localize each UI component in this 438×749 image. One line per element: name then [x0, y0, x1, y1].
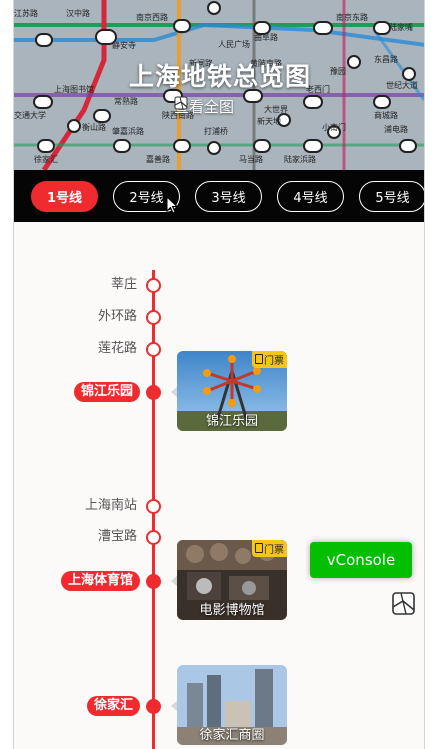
- station-name: 锦江乐园: [73, 382, 140, 402]
- map-label: 陆家浜路: [284, 154, 316, 164]
- station-name: 外环路: [97, 309, 137, 324]
- station-dot: [146, 499, 161, 514]
- vconsole-button[interactable]: vConsole: [310, 542, 412, 578]
- station-dot: [146, 278, 161, 293]
- mouse-pointer-icon: [166, 196, 178, 214]
- map-label: 南京东路: [336, 12, 368, 22]
- map-label: 打浦桥: [204, 126, 228, 136]
- tab-line-1[interactable]: 1号线: [31, 180, 98, 212]
- station-row[interactable]: 外环路: [14, 307, 424, 327]
- map-label: 陆家嘴: [389, 22, 413, 32]
- map-label: 徐家汇: [34, 154, 58, 164]
- station-row[interactable]: 上海南站: [14, 496, 424, 516]
- tab-line-4[interactable]: 4号线: [277, 180, 344, 212]
- map-label: 南京西路: [136, 12, 168, 22]
- attraction-card[interactable]: 徐家汇商圈: [177, 665, 287, 745]
- map-label: 衡山路: [82, 122, 106, 132]
- map-label: 交通大学: [14, 110, 46, 120]
- line-tabs: 1号线 2号线 3号线 4号线 5号线: [14, 170, 424, 222]
- station-name: 徐家汇: [86, 696, 140, 716]
- map-icon[interactable]: [391, 591, 416, 616]
- attraction-card[interactable]: 门票 电影博物馆: [177, 540, 287, 620]
- map-label: 商城路: [374, 110, 398, 120]
- map-label: 大世界: [264, 104, 288, 114]
- map-label: 汉中路: [66, 8, 90, 18]
- station-name: 上海南站: [84, 498, 137, 513]
- view-full-map-link[interactable]: 查看全图: [174, 96, 254, 117]
- page-title: 上海地铁总览图: [128, 62, 311, 91]
- station-dot: [146, 699, 161, 714]
- map-label: 肇嘉浜路: [112, 126, 144, 136]
- map-label: 人民广场: [218, 39, 250, 49]
- map-icon: [174, 96, 254, 114]
- ticket-badge: 门票: [252, 351, 287, 368]
- attraction-name: 电影博物馆: [199, 603, 265, 618]
- station-name: 漕宝路: [97, 529, 137, 544]
- map-label: 江苏路: [14, 8, 38, 18]
- app-frame: 江苏路 汉中路 南京西路 静安寺 人民广场 南京东路 陆家嘴 东昌路 上海图书馆…: [13, 0, 425, 749]
- station-name: 莘庄: [110, 277, 137, 292]
- station-dot: [146, 310, 161, 325]
- attraction-card[interactable]: 门票 锦江乐园: [177, 351, 287, 431]
- station-row[interactable]: 莘庄: [14, 275, 424, 295]
- ticket-badge: 门票: [252, 540, 287, 557]
- tab-line-5[interactable]: 5号线: [359, 180, 424, 212]
- attraction-name: 锦江乐园: [205, 414, 258, 429]
- attraction-name: 徐家汇商圈: [199, 728, 265, 743]
- tab-line-3[interactable]: 3号线: [195, 180, 262, 212]
- map-label: 嘉善路: [146, 154, 170, 164]
- map-label: 常熟路: [114, 96, 138, 106]
- map-label: 曲阜路: [254, 32, 278, 42]
- station-dot: [146, 530, 161, 545]
- station-dot: [146, 574, 161, 589]
- station-name: 莲花路: [97, 341, 137, 356]
- header-banner[interactable]: 江苏路 汉中路 南京西路 静安寺 人民广场 南京东路 陆家嘴 东昌路 上海图书馆…: [14, 0, 424, 170]
- map-label: 静安寺: [112, 40, 136, 50]
- station-dot: [146, 385, 161, 400]
- map-label: 马当路: [239, 154, 263, 164]
- station-dot: [146, 342, 161, 357]
- map-label: 浦电路: [384, 124, 408, 134]
- map-label: 小南门: [322, 122, 346, 132]
- map-label: 新天地: [257, 116, 281, 126]
- station-name: 上海体育馆: [60, 571, 140, 591]
